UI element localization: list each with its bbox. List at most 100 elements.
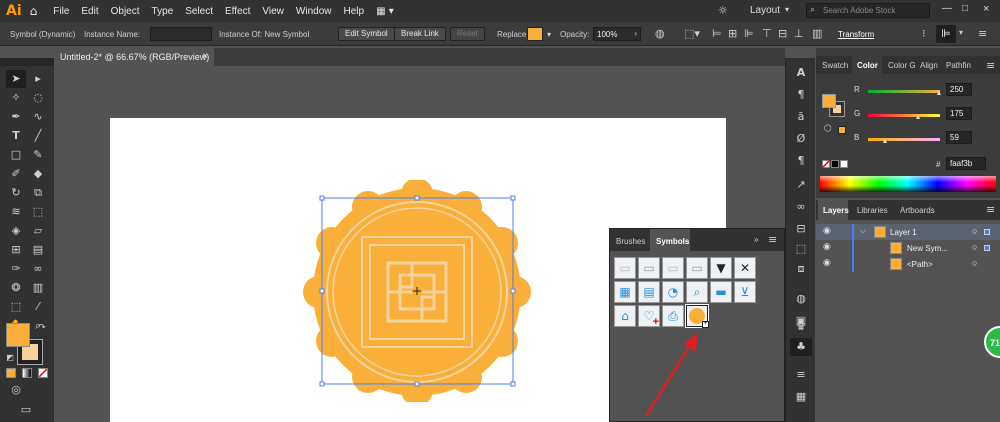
layer-row[interactable]: ◉ <Path> ○ <box>816 256 1000 272</box>
green-slider-handle[interactable]: ▲ <box>915 114 922 121</box>
none-swatch[interactable] <box>822 160 830 168</box>
break-link-button[interactable]: Break Link <box>394 27 446 41</box>
tab-artboards[interactable]: Artboards <box>900 206 935 215</box>
visibility-eye-icon[interactable]: ◉ <box>823 226 831 236</box>
symbol-swatch-button-3[interactable]: ▭ <box>662 257 684 279</box>
transform-options-icon[interactable]: ⬚▾ <box>684 27 700 40</box>
glyphs-panel-icon[interactable]: ā <box>794 110 808 124</box>
blue-value-field[interactable]: 59 <box>946 131 972 144</box>
tab-color-guide[interactable]: Color G <box>888 61 916 70</box>
menu-file[interactable]: File <box>53 6 69 17</box>
arrange-documents-button[interactable]: ⊫ <box>936 25 956 43</box>
direct-selection-tool-icon[interactable]: ▸ <box>30 71 46 87</box>
home-icon[interactable]: ⌂ <box>30 4 38 18</box>
minimize-icon[interactable]: — <box>942 3 952 14</box>
symbol-swatch-heart-plus[interactable]: ♡ + <box>638 305 660 328</box>
pathfinder-panel-icon[interactable]: ⧈ <box>794 262 808 276</box>
symbol-swatch-home[interactable]: ⌂ <box>614 305 636 327</box>
chevron-down-icon[interactable]: ▾ <box>785 5 789 14</box>
symbol-swatch-button-1[interactable]: ▭ <box>614 257 636 279</box>
menu-effect[interactable]: Effect <box>225 6 250 17</box>
blend-tool-icon[interactable]: ∞ <box>30 261 46 277</box>
visibility-eye-icon[interactable]: ◉ <box>823 242 831 252</box>
menu-edit[interactable]: Edit <box>81 6 98 17</box>
transform-panel-icon[interactable]: ⬚ <box>794 242 808 256</box>
shape-builder-tool-icon[interactable]: ◈ <box>8 223 24 239</box>
symbol-swatch-dropdown-arrow[interactable]: ▼ <box>710 257 732 279</box>
green-slider-track[interactable] <box>868 114 940 117</box>
align-panel-icon[interactable]: ⊟ <box>794 222 808 236</box>
edit-symbol-button[interactable]: Edit Symbol <box>338 27 395 41</box>
selection-indicator[interactable] <box>984 245 990 251</box>
lasso-tool-icon[interactable]: ◌ <box>30 90 46 106</box>
symbol-swatch-button-4[interactable]: ▭ <box>686 257 708 279</box>
workspace-switcher-icon[interactable]: ▦ ▾ <box>376 6 394 17</box>
tab-layers[interactable]: Layers <box>823 206 849 215</box>
red-slider-handle[interactable]: ▲ <box>936 90 943 97</box>
tab-brushes[interactable]: Brushes <box>616 237 645 246</box>
tab-symbols[interactable]: Symbols <box>656 237 689 246</box>
align-top-icon[interactable]: ⊤ <box>762 27 772 40</box>
tab-pathfinder[interactable]: Pathfin <box>946 61 971 70</box>
tools-panel-header[interactable] <box>0 58 54 66</box>
gamut-cube-icon[interactable]: ⬡ <box>824 124 832 134</box>
symbol-sprayer-tool-icon[interactable]: ❂ <box>8 280 24 296</box>
pen-tool-icon[interactable]: ✒ <box>8 109 24 125</box>
symbol-swatch-button-2[interactable]: ▭ <box>638 257 660 279</box>
magic-wand-tool-icon[interactable]: ✧ <box>8 90 24 106</box>
mesh-tool-icon[interactable]: ⊞ <box>8 242 24 258</box>
align-middle-icon[interactable]: ⊟ <box>778 27 787 40</box>
symbol-swatch-calendar[interactable]: ▦ <box>614 281 636 303</box>
tab-align[interactable]: Align <box>920 61 938 70</box>
opentype-panel-icon[interactable]: Ø <box>794 132 808 146</box>
panel-fill-swatch[interactable] <box>822 94 836 108</box>
scale-tool-icon[interactable]: ⧉ <box>30 185 46 201</box>
replace-symbol-swatch[interactable] <box>527 27 543 41</box>
chevron-right-icon[interactable]: › <box>634 29 637 38</box>
line-tool-icon[interactable]: ╱ <box>30 128 46 144</box>
target-circle-icon[interactable]: ○ <box>972 242 977 252</box>
symbol-swatch-rss-feed[interactable]: ◔ <box>662 281 684 303</box>
slice-tool-icon[interactable]: ⁄ <box>30 299 46 315</box>
gradient-tool-icon[interactable]: ▤ <box>30 242 46 258</box>
tab-libraries[interactable]: Libraries <box>857 206 888 215</box>
symbol-swatch-film-strip[interactable]: ▤ <box>638 281 660 303</box>
close-window-icon[interactable]: × <box>983 3 989 15</box>
expand-chevron-icon[interactable]: ⌵ <box>860 226 866 236</box>
symbol-swatch-magnifier[interactable]: ⌕ <box>686 281 708 303</box>
rotate-tool-icon[interactable]: ↻ <box>8 185 24 201</box>
fill-color-box[interactable] <box>6 323 30 347</box>
align-center-icon[interactable]: ⊞ <box>728 27 737 40</box>
symbol-swatch-close-x[interactable]: ✕ <box>734 257 756 279</box>
symbol-swatch-slider-bar[interactable]: ▬ <box>710 281 732 303</box>
red-value-field[interactable]: 250 <box>946 83 972 96</box>
stroke-panel-icon[interactable]: ≡ <box>794 368 808 382</box>
red-slider-track[interactable] <box>868 90 940 93</box>
menu-help[interactable]: Help <box>343 6 364 17</box>
instance-name-input[interactable] <box>150 27 212 41</box>
symbol-swatch-new-symbol[interactable]: + <box>685 304 709 328</box>
symbol-swatch-shopping-cart[interactable]: ⊻ <box>734 281 756 303</box>
color-mode-button[interactable] <box>6 368 16 378</box>
lightbulb-icon[interactable]: ☼ <box>718 4 728 17</box>
panel-menu-icon[interactable]: ≡ <box>986 203 995 216</box>
eyedropper-tool-icon[interactable]: ✑ <box>8 261 24 277</box>
none-mode-button[interactable] <box>38 368 48 378</box>
recolor-icon[interactable]: ◍ <box>655 27 665 40</box>
draw-normal-icon[interactable]: ◎ <box>8 382 24 398</box>
symbol-crown-icon[interactable]: ♛ <box>794 320 808 334</box>
align-left-icon[interactable]: ⊨ <box>712 27 722 40</box>
menu-select[interactable]: Select <box>185 6 213 17</box>
align-bottom-icon[interactable]: ⊥ <box>794 27 804 40</box>
links-panel-icon[interactable]: ∞ <box>794 200 808 214</box>
layer-row[interactable]: ◉ ⌵ Layer 1 ○ <box>816 224 1000 240</box>
character-panel-icon[interactable]: A <box>794 66 808 80</box>
green-value-field[interactable]: 175 <box>946 107 972 120</box>
stock-search-input[interactable]: ⌕ Search Adobe Stock <box>806 3 930 18</box>
symbol-swatch-printer[interactable]: ⎙ <box>662 305 684 327</box>
layout-label[interactable]: Layout <box>750 5 780 16</box>
hex-value-field[interactable]: faaf3b <box>946 157 986 170</box>
free-transform-tool-icon[interactable]: ⬚ <box>30 204 46 220</box>
default-colors-icon[interactable]: ◩ <box>2 350 18 366</box>
collapse-panel-icon[interactable]: » <box>754 235 758 244</box>
